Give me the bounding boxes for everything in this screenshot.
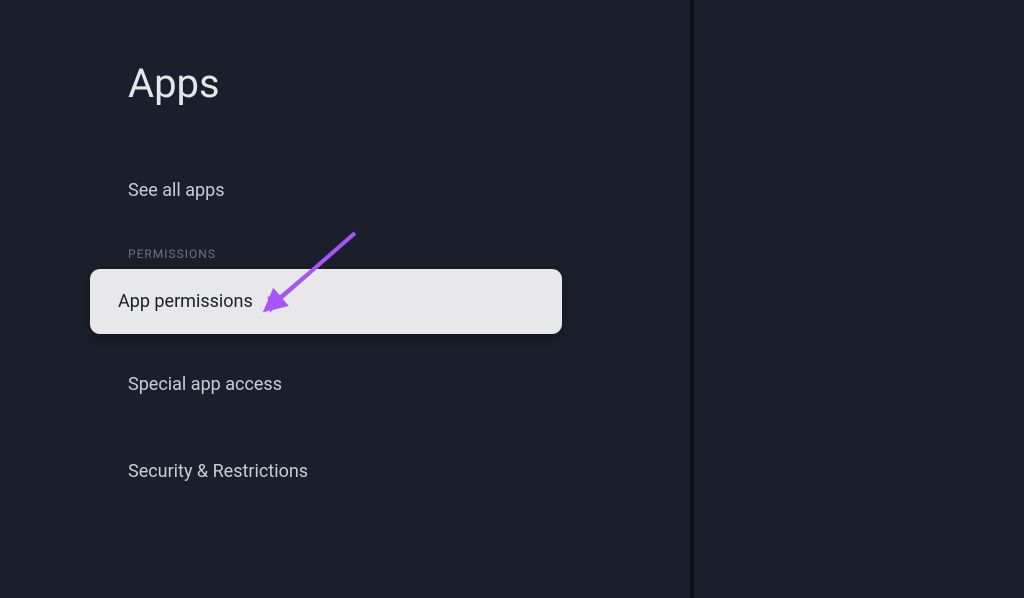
right-panel	[694, 0, 1024, 598]
menu-app-permissions[interactable]: App permissions	[90, 269, 562, 334]
section-header-permissions: PERMISSIONS	[128, 247, 690, 261]
menu-see-all-apps[interactable]: See all apps	[128, 162, 690, 219]
menu-special-app-access[interactable]: Special app access	[128, 356, 690, 413]
settings-content: Apps See all apps PERMISSIONS App permis…	[0, 0, 690, 500]
menu-security-restrictions[interactable]: Security & Restrictions	[128, 443, 690, 500]
page-title: Apps	[128, 60, 690, 107]
spacer	[128, 334, 690, 356]
